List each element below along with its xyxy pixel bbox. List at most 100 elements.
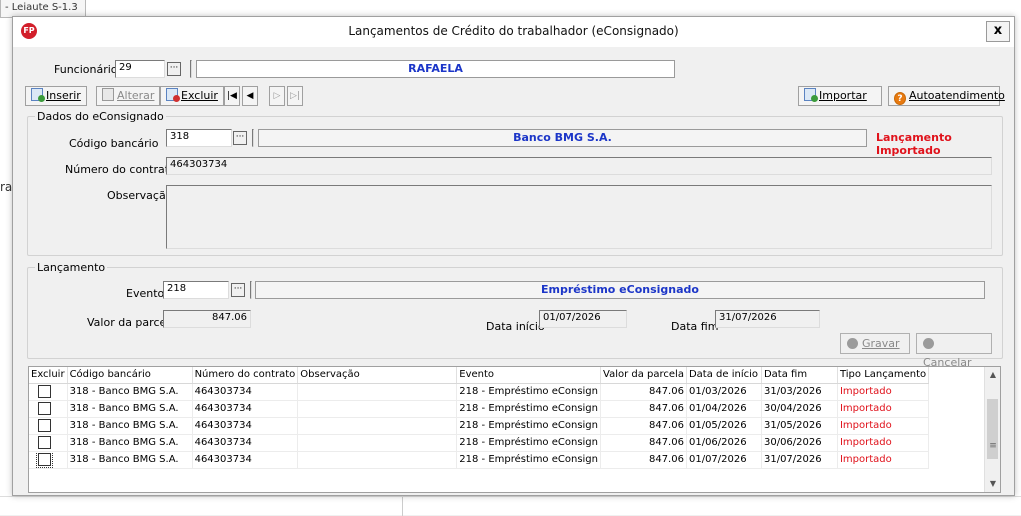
- excluir-cell: [29, 383, 68, 401]
- col-evento[interactable]: Evento: [456, 367, 601, 384]
- evento-cell: 218 - Empréstimo eConsign: [456, 434, 601, 452]
- selfservice-button[interactable]: ? Autoatendimento: [888, 86, 1005, 106]
- fim-cell: 31/07/2026: [761, 451, 838, 469]
- banco-name: Banco BMG S.A.: [258, 129, 867, 147]
- excluir-checkbox[interactable]: [36, 451, 53, 467]
- excluir-checkbox[interactable]: [38, 402, 51, 415]
- col-data-inicio[interactable]: Data de início: [686, 367, 762, 384]
- col-codigo-bancario[interactable]: Código bancário: [67, 367, 193, 384]
- table-row[interactable]: 318 - Banco BMG S.A. 464303734 218 - Emp…: [29, 417, 930, 435]
- contrato-cell: 464303734: [192, 434, 299, 452]
- col-data-fim[interactable]: Data fim: [761, 367, 838, 384]
- valor-parcela-input[interactable]: 847.06: [163, 310, 251, 328]
- codigo-cell: 318 - Banco BMG S.A.: [67, 434, 193, 452]
- fim-cell: 30/06/2026: [761, 434, 838, 452]
- tipo-cell: Importado: [837, 434, 930, 452]
- tipo-cell: Importado: [837, 400, 930, 418]
- first-record-button[interactable]: |◀: [224, 86, 240, 106]
- excluir-cell: [29, 451, 68, 469]
- evento-code-input[interactable]: 218: [163, 281, 229, 299]
- alter-button[interactable]: Alterar: [96, 86, 161, 106]
- funcionario-lookup-button[interactable]: ···: [167, 62, 181, 76]
- codigo-bancario-lookup-button[interactable]: ···: [233, 131, 247, 145]
- observacao-textarea[interactable]: [166, 185, 992, 249]
- tipo-cell: Importado: [837, 451, 930, 469]
- scroll-grip-icon: ≡: [989, 441, 997, 451]
- gravar-button[interactable]: Gravar: [840, 333, 910, 354]
- next-record-button[interactable]: ▷: [269, 86, 285, 106]
- lancamento-legend: Lançamento: [35, 261, 108, 274]
- background-bottom-area: [0, 496, 1021, 516]
- last-record-button[interactable]: ▷|: [287, 86, 303, 106]
- grid-vertical-scrollbar[interactable]: ▲ ≡ ▼: [984, 367, 1000, 492]
- table-row[interactable]: 318 - Banco BMG S.A. 464303734 218 - Emp…: [29, 383, 930, 401]
- observacao-cell: [297, 434, 458, 452]
- table-row[interactable]: 318 - Banco BMG S.A. 464303734 218 - Emp…: [29, 400, 930, 418]
- col-valor-parcela[interactable]: Valor da parcela: [600, 367, 687, 384]
- col-numero-contrato[interactable]: Número do contrato: [192, 367, 299, 384]
- evento-cell: 218 - Empréstimo eConsign: [456, 451, 601, 469]
- valor-cell: 847.06: [600, 417, 687, 435]
- numero-contrato-input[interactable]: 464303734: [166, 157, 992, 175]
- excluir-cell: [29, 400, 68, 418]
- data-fim-label: Data fim: [671, 320, 719, 333]
- scroll-up-icon[interactable]: ▲: [985, 367, 1000, 383]
- inicio-cell: 01/04/2026: [686, 400, 762, 418]
- previous-record-button[interactable]: ◀: [242, 86, 258, 106]
- col-observacao[interactable]: Observação: [297, 367, 458, 384]
- fim-cell: 31/03/2026: [761, 383, 838, 401]
- codigo-cell: 318 - Banco BMG S.A.: [67, 451, 193, 469]
- observacao-cell: [297, 383, 458, 401]
- evento-divider: [250, 281, 252, 299]
- funcionario-divider: [190, 60, 192, 78]
- save-icon: [847, 338, 858, 349]
- evento-label: Evento: [126, 287, 165, 300]
- table-row[interactable]: 318 - Banco BMG S.A. 464303734 218 - Emp…: [29, 434, 930, 452]
- excluir-checkbox[interactable]: [38, 385, 51, 398]
- codigo-bancario-label: Código bancário: [69, 137, 159, 150]
- insert-button[interactable]: Inserir: [25, 86, 87, 106]
- funcionario-code-input[interactable]: 29: [115, 60, 165, 78]
- fim-cell: 30/04/2026: [761, 400, 838, 418]
- evento-lookup-button[interactable]: ···: [231, 283, 245, 297]
- contrato-cell: 464303734: [192, 451, 299, 469]
- col-excluir[interactable]: Excluir: [29, 367, 68, 384]
- codigo-bancario-input[interactable]: 318: [166, 129, 232, 147]
- contrato-cell: 464303734: [192, 400, 299, 418]
- col-tipo-lancamento[interactable]: Tipo Lançamento: [837, 367, 930, 384]
- background-text-fragment: ra: [0, 180, 13, 194]
- contrato-cell: 464303734: [192, 417, 299, 435]
- help-icon: ?: [894, 92, 906, 105]
- table-row[interactable]: 318 - Banco BMG S.A. 464303734 218 - Emp…: [29, 451, 930, 469]
- cancelar-button[interactable]: Cancelar: [916, 333, 992, 369]
- observacao-cell: [297, 400, 458, 418]
- codigo-cell: 318 - Banco BMG S.A.: [67, 417, 193, 435]
- import-button[interactable]: Importar: [798, 86, 882, 106]
- observacao-label: Observação: [107, 189, 173, 202]
- alter-icon: [102, 88, 114, 101]
- observacao-cell: [297, 417, 458, 435]
- data-inicio-input[interactable]: 01/07/2026: [539, 310, 627, 328]
- data-inicio-label: Data início: [486, 320, 545, 333]
- inicio-cell: 01/06/2026: [686, 434, 762, 452]
- close-button[interactable]: x: [986, 21, 1010, 42]
- excluir-checkbox[interactable]: [38, 436, 51, 449]
- fim-cell: 31/05/2026: [761, 417, 838, 435]
- inicio-cell: 01/07/2026: [686, 451, 762, 469]
- econsignado-dialog: FP Lançamentos de Crédito do trabalhador…: [12, 16, 1015, 496]
- data-fim-input[interactable]: 31/07/2026: [715, 310, 820, 328]
- excluir-checkbox[interactable]: [38, 419, 51, 432]
- import-icon: [804, 88, 818, 102]
- codigo-divider: [252, 129, 254, 147]
- evento-name: Empréstimo eConsignado: [255, 281, 985, 299]
- evento-cell: 218 - Empréstimo eConsign: [456, 400, 601, 418]
- insert-icon: [31, 88, 45, 102]
- inicio-cell: 01/05/2026: [686, 417, 762, 435]
- delete-button[interactable]: Excluir: [160, 86, 224, 106]
- delete-icon: [166, 88, 180, 102]
- status-imported-label: Lançamento Importado: [876, 131, 952, 157]
- title-bar: FP Lançamentos de Crédito do trabalhador…: [13, 17, 1014, 47]
- dialog-title: Lançamentos de Crédito do trabalhador (e…: [348, 24, 679, 38]
- scroll-down-icon[interactable]: ▼: [985, 476, 1000, 492]
- evento-cell: 218 - Empréstimo eConsign: [456, 417, 601, 435]
